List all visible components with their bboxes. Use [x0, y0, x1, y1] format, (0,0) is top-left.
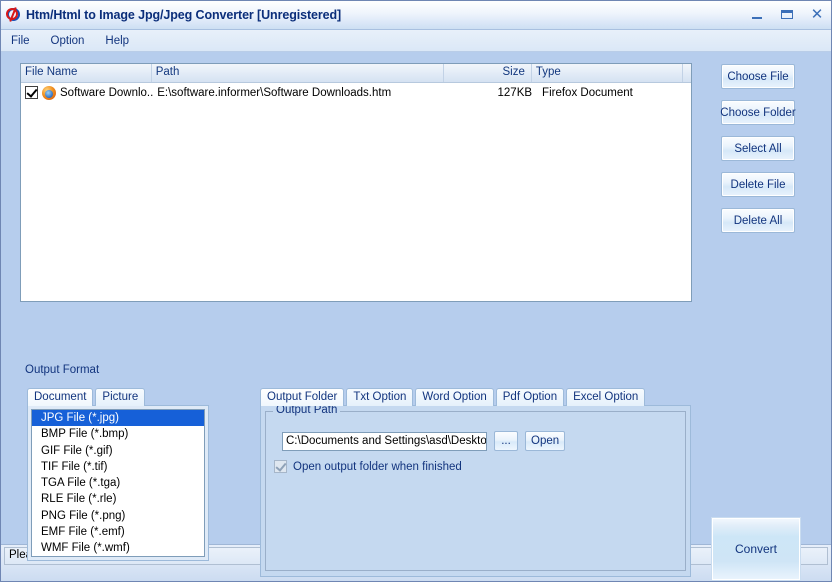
open-when-finished-label: Open output folder when finished: [293, 460, 462, 473]
tab-picture[interactable]: Picture: [95, 388, 146, 406]
column-header-type[interactable]: Type: [532, 64, 683, 82]
options-tabstrip: Output Folder Txt Option Word Option Pdf…: [260, 388, 691, 406]
tab-pdf-option[interactable]: Pdf Option: [495, 388, 565, 406]
tab-txt-option[interactable]: Txt Option: [346, 388, 414, 406]
open-when-finished-row[interactable]: Open output folder when finished: [274, 460, 462, 473]
file-path-cell: E:\software.informer\Software Downloads.…: [157, 86, 392, 99]
tab-excel-option[interactable]: Excel Option: [566, 388, 646, 406]
format-item-bmp[interactable]: BMP File (*.bmp): [32, 426, 204, 442]
browse-folder-button[interactable]: ...: [494, 431, 518, 451]
app-logo-icon: [6, 7, 22, 23]
format-item-jpg[interactable]: JPG File (*.jpg): [32, 410, 204, 427]
output-path-row: C:\Documents and Settings\asd\Desktop ..…: [282, 431, 566, 451]
format-item-wmf[interactable]: WMF File (*.wmf): [32, 540, 204, 556]
convert-button[interactable]: Convert: [711, 517, 801, 581]
minimize-icon[interactable]: [749, 7, 765, 23]
menu-item-file[interactable]: File: [9, 34, 32, 48]
format-item-tif[interactable]: TIF File (*.tif): [32, 459, 204, 475]
format-item-png[interactable]: PNG File (*.png): [32, 508, 204, 524]
output-format-tabstrip: Document Picture: [27, 388, 209, 406]
client-area: File Name Path Size Type Software Downlo…: [1, 52, 831, 581]
file-name-cell: Software Downlo...: [21, 85, 154, 100]
file-actions-panel: Choose File Choose Folder Select All Del…: [720, 64, 796, 233]
output-format-tabpane: JPG File (*.jpg) BMP File (*.bmp) GIF Fi…: [27, 405, 209, 561]
file-type-cell: Firefox Document: [542, 86, 633, 99]
file-list-header: File Name Path Size Type: [21, 64, 691, 83]
file-select-checkbox[interactable]: [25, 86, 38, 99]
column-header-path[interactable]: Path: [152, 64, 444, 82]
output-format-label: Output Format: [25, 364, 100, 376]
column-header-file-name[interactable]: File Name: [21, 64, 152, 82]
column-header-size[interactable]: Size: [444, 64, 532, 82]
menu-bar: File Option Help: [1, 30, 831, 52]
output-path-input[interactable]: C:\Documents and Settings\asd\Desktop: [282, 431, 487, 451]
delete-all-button[interactable]: Delete All: [721, 208, 795, 233]
maximize-icon[interactable]: [779, 7, 795, 23]
menu-item-option[interactable]: Option: [49, 34, 87, 48]
options-tabpane: Output Path C:\Documents and Settings\as…: [260, 404, 691, 577]
options-tabs: Output Folder Txt Option Word Option Pdf…: [260, 388, 691, 577]
format-item-tga[interactable]: TGA File (*.tga): [32, 475, 204, 491]
window-title: Htm/Html to Image Jpg/Jpeg Converter [Un…: [26, 8, 342, 22]
file-name-text: Software Downlo...: [60, 86, 154, 99]
format-item-emf[interactable]: EMF File (*.emf): [32, 524, 204, 540]
window-controls: ✕: [749, 1, 825, 29]
open-folder-button[interactable]: Open: [525, 431, 566, 451]
application-window: Htm/Html to Image Jpg/Jpeg Converter [Un…: [0, 0, 832, 582]
column-header-extra[interactable]: [683, 64, 691, 82]
tab-output-folder[interactable]: Output Folder: [260, 388, 345, 406]
format-listbox[interactable]: JPG File (*.jpg) BMP File (*.bmp) GIF Fi…: [31, 409, 205, 557]
select-all-button[interactable]: Select All: [721, 136, 795, 161]
firefox-document-icon: [42, 85, 56, 100]
tab-word-option[interactable]: Word Option: [415, 388, 494, 406]
choose-folder-button[interactable]: Choose Folder: [720, 100, 796, 125]
close-icon[interactable]: ✕: [809, 7, 825, 23]
table-row[interactable]: Software Downlo... E:\software.informer\…: [21, 83, 691, 102]
format-item-rle[interactable]: RLE File (*.rle): [32, 491, 204, 507]
choose-file-button[interactable]: Choose File: [721, 64, 795, 89]
output-format-tabs: Document Picture JPG File (*.jpg) BMP Fi…: [27, 388, 209, 561]
open-when-finished-checkbox[interactable]: [274, 460, 287, 473]
title-bar: Htm/Html to Image Jpg/Jpeg Converter [Un…: [1, 1, 831, 30]
output-path-group: Output Path C:\Documents and Settings\as…: [265, 404, 686, 571]
file-size-cell: 127KB: [497, 86, 533, 99]
menu-item-help[interactable]: Help: [103, 34, 131, 48]
file-list[interactable]: File Name Path Size Type Software Downlo…: [20, 63, 692, 302]
tab-document[interactable]: Document: [27, 388, 94, 406]
delete-file-button[interactable]: Delete File: [721, 172, 795, 197]
format-item-gif[interactable]: GIF File (*.gif): [32, 443, 204, 459]
